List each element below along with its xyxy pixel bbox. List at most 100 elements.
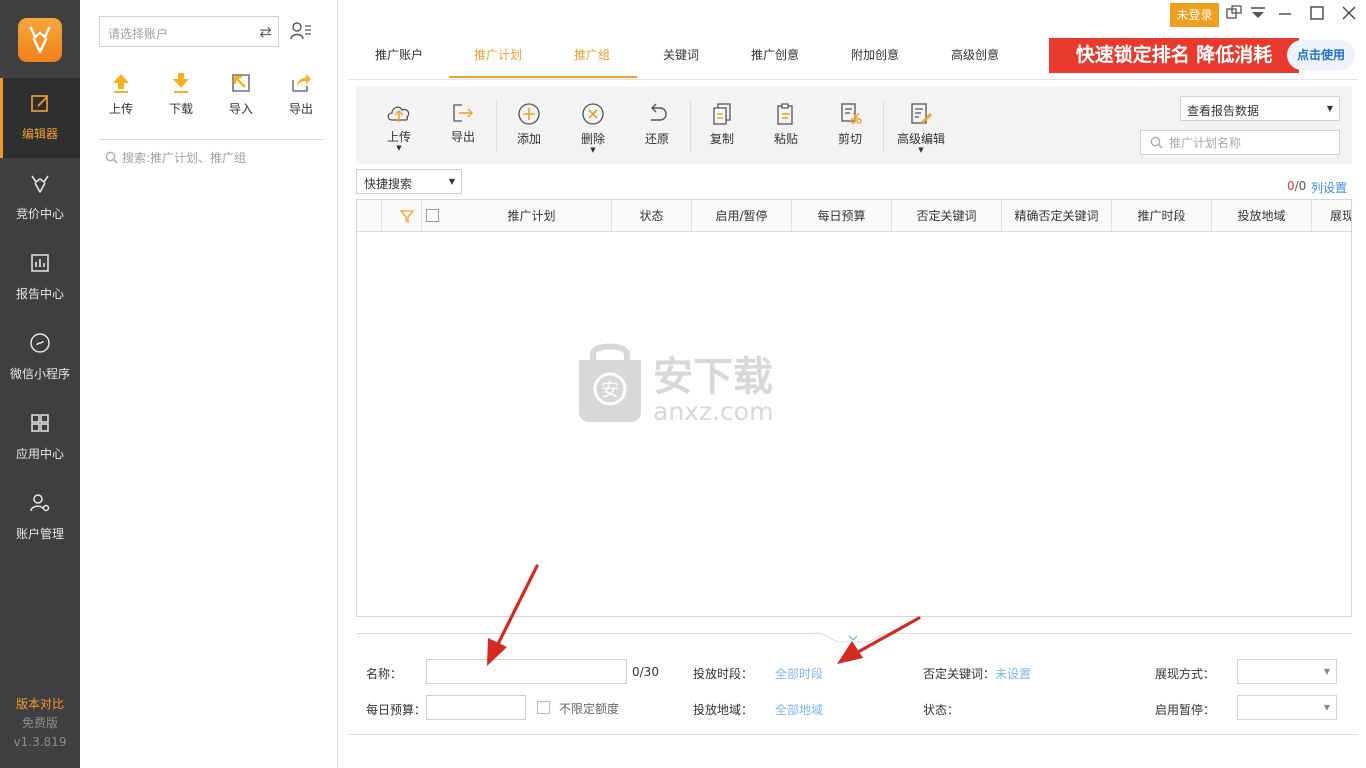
nav-item-reports[interactable]: 报告中心 <box>0 238 80 318</box>
tab-account[interactable]: 推广账户 <box>361 46 437 78</box>
tree-download-button[interactable]: 下载 <box>161 72 201 117</box>
copy-icon <box>713 103 731 125</box>
minimize-icon[interactable] <box>1276 4 1294 22</box>
column-header-schedule[interactable]: 推广时段 <box>1112 200 1212 232</box>
column-header-status[interactable]: 状态 <box>612 200 692 232</box>
watermark-badge-text: 安 <box>601 380 619 401</box>
search-icon <box>105 151 118 164</box>
account-tree-panel: 请选择账户 ⇄ 上传 下载 导入 导出 搜索:推广计划、推广组 <box>80 0 338 768</box>
advanced-edit-button[interactable]: 高级编辑 ▼ <box>887 102 955 154</box>
column-header-display[interactable]: 展现 <box>1312 200 1351 232</box>
watermark-brand-text: 安下载 <box>653 354 773 400</box>
tree-upload-button[interactable]: 上传 <box>101 72 141 117</box>
version-compare-link[interactable]: 版本对比 <box>0 695 80 714</box>
delete-button[interactable]: 删除 ▼ <box>566 102 620 154</box>
daily-budget-input[interactable] <box>426 695 526 720</box>
column-header-region[interactable]: 投放地域 <box>1212 200 1312 232</box>
column-header-negative-keywords[interactable]: 否定关键词 <box>892 200 1002 232</box>
unlimited-budget-checkbox[interactable] <box>537 701 550 714</box>
tab-keyword[interactable]: 关键词 <box>643 46 719 78</box>
tab-extra-creative[interactable]: 附加创意 <box>837 46 913 78</box>
tab-creative[interactable]: 推广创意 <box>737 46 813 78</box>
column-header-enable-pause[interactable]: 启用/暂停 <box>692 200 792 232</box>
user-settings-icon <box>30 494 50 512</box>
select-all-checkbox[interactable] <box>426 209 439 222</box>
tree-export-button[interactable]: 导出 <box>281 72 321 117</box>
plan-table: 推广计划 状态 启用/暂停 每日预算 否定关键词 精确否定关键词 推广时段 投放… <box>356 199 1352 617</box>
negative-keywords-link[interactable]: 未设置 <box>995 665 1031 682</box>
login-status-badge[interactable]: 未登录 <box>1170 3 1219 27</box>
quick-search-select[interactable]: 快捷搜索 ▼ <box>356 169 462 194</box>
promo-banner[interactable]: 快速锁定排名 降低消耗 点击使用 <box>1049 38 1355 73</box>
column-header-daily-budget[interactable]: 每日预算 <box>792 200 892 232</box>
schedule-link[interactable]: 全部时段 <box>775 665 823 682</box>
deer-logo-icon <box>29 26 51 54</box>
cut-button[interactable]: 剪切 <box>823 102 877 147</box>
chevron-down-icon: ▼ <box>1326 104 1333 113</box>
copy-label: 复制 <box>709 132 734 146</box>
export-button[interactable]: 导出 <box>436 102 490 145</box>
column-settings-link[interactable]: 列设置 <box>1311 179 1347 196</box>
nav-item-bidding[interactable]: 竞价中心 <box>0 158 80 238</box>
close-icon[interactable] <box>1340 4 1358 22</box>
edit-icon <box>31 95 48 112</box>
main-nav: 编辑器 竞价中心 报告中心 微信小程序 应用中心 账户管理 版本对比 免费版 v… <box>0 0 80 768</box>
maximize-icon[interactable] <box>1308 4 1326 22</box>
paste-button[interactable]: 粘贴 <box>759 102 813 147</box>
undo-icon <box>651 103 667 121</box>
column-header-exact-negative[interactable]: 精确否定关键词 <box>1002 200 1112 232</box>
add-button[interactable]: 添加 <box>502 102 556 147</box>
column-header-plan[interactable]: 推广计划 <box>452 200 612 232</box>
add-label: 添加 <box>516 132 541 146</box>
nav-item-apps[interactable]: 应用中心 <box>0 398 80 478</box>
enable-pause-select[interactable]: ▼ <box>1237 695 1337 720</box>
filter-funnel-icon[interactable] <box>400 209 414 223</box>
tree-search-input[interactable]: 搜索:推广计划、推广组 <box>105 149 246 166</box>
filter-header[interactable] <box>382 200 439 232</box>
menu-dropdown-icon[interactable] <box>1249 4 1267 22</box>
plan-search-box[interactable] <box>1140 130 1340 155</box>
restore-button[interactable]: 还原 <box>630 102 684 147</box>
mini-program-icon <box>30 333 50 353</box>
nav-item-account-mgmt[interactable]: 账户管理 <box>0 478 80 558</box>
edition-label: 免费版 <box>21 716 58 730</box>
report-data-select[interactable]: 查看报告数据 ▼ <box>1180 96 1340 121</box>
report-data-select-value: 查看报告数据 <box>1187 104 1260 118</box>
watermark-logo: 安 安下载 anxz.com <box>579 343 773 426</box>
toolbar-separator <box>496 100 497 152</box>
plan-search-input[interactable] <box>1169 134 1329 151</box>
display-mode-select[interactable]: ▼ <box>1237 659 1337 684</box>
promo-cta-button[interactable]: 点击使用 <box>1287 40 1355 70</box>
copy-button[interactable]: 复制 <box>695 102 749 147</box>
account-select[interactable]: 请选择账户 ⇄ <box>99 16 279 47</box>
tree-import-button[interactable]: 导入 <box>221 72 261 117</box>
display-mode-label: 展现方式： <box>1155 667 1216 681</box>
upload-button[interactable]: 上传 ▼ <box>372 102 426 152</box>
annotation-arrow-icon <box>487 564 539 666</box>
user-list-icon[interactable] <box>290 21 312 41</box>
tab-group[interactable]: 推广组 <box>547 46 637 78</box>
delete-label: 删除 <box>580 132 605 146</box>
region-link[interactable]: 全部地域 <box>775 701 823 718</box>
upload-label: 上传 <box>386 130 411 144</box>
cloud-upload-icon <box>387 106 410 122</box>
plus-circle-icon <box>518 103 540 125</box>
tab-plan[interactable]: 推广计划 <box>449 46 547 78</box>
nav-label-mini-program: 微信小程序 <box>9 367 70 381</box>
export-share-icon <box>292 74 311 92</box>
tab-advanced-creative[interactable]: 高级创意 <box>937 46 1013 78</box>
bar-chart-icon <box>31 254 49 272</box>
nav-label-apps: 应用中心 <box>15 447 64 461</box>
status-label: 状态： <box>923 703 960 717</box>
delete-caret-icon: ▼ <box>590 146 596 154</box>
delete-circle-icon <box>582 103 604 125</box>
toolbar: 上传 ▼ 导出 添加 删除 ▼ 还原 复制 粘贴 剪切 高级编辑 ▼ 查看报告数… <box>356 86 1352 164</box>
nav-item-editor[interactable]: 编辑器 <box>0 78 80 158</box>
cut-scissors-icon <box>841 103 862 124</box>
account-select-placeholder: 请选择账户 <box>108 27 169 41</box>
enable-pause-label: 启用暂停： <box>1155 703 1216 717</box>
annotation-arrow-icon <box>837 616 921 664</box>
nav-item-mini-program[interactable]: 微信小程序 <box>0 318 80 398</box>
skin-icon[interactable] <box>1225 4 1243 22</box>
swap-icon[interactable]: ⇄ <box>259 23 272 41</box>
